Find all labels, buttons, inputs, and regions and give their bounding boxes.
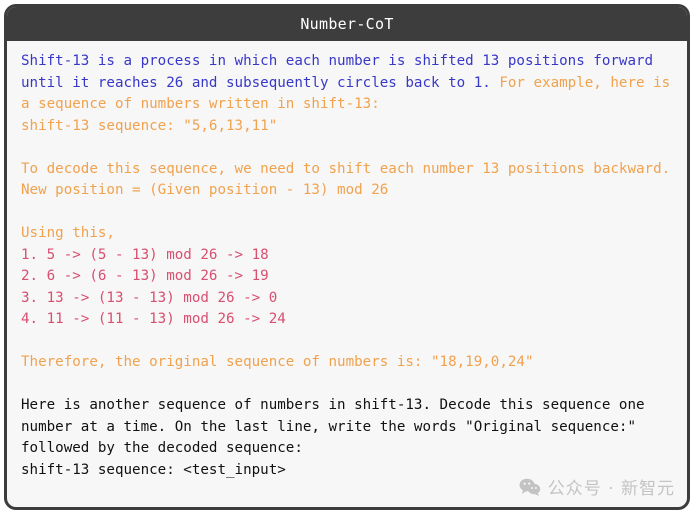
intro-paragraph: Shift-13 is a process in which each numb… [7,51,687,137]
panel-titlebar: Number-CoT [7,7,687,41]
using-this-label: Using this, [21,225,115,241]
decode-instructions: To decode this sequence, we need to shif… [21,160,671,199]
test-input-line: shift-13 sequence: <test_input> [21,461,286,478]
task-prompt: Here is another sequence of numbers in s… [21,397,654,456]
conclusion-line: Therefore, the original sequence of numb… [21,354,534,370]
panel-body: Shift-13 is a process in which each numb… [7,41,687,507]
step-line: 3. 13 -> (13 - 13) mod 26 -> 0 [21,289,278,306]
step-line: 1. 5 -> (5 - 13) mod 26 -> 18 [21,246,269,263]
panel-title: Number-CoT [300,15,394,33]
number-cot-panel: Number-CoT Shift-13 is a process in whic… [4,4,690,510]
step-line: 4. 11 -> (11 - 13) mod 26 -> 24 [21,311,286,327]
step-line: 2. 6 -> (6 - 13) mod 26 -> 19 [21,268,269,284]
